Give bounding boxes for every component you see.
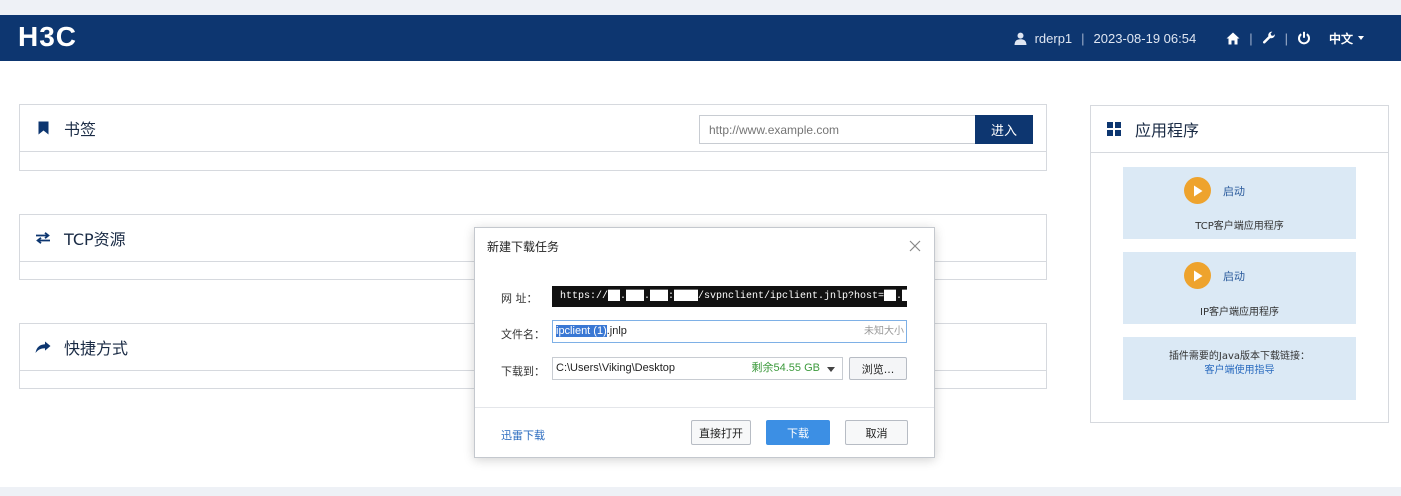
tcp-launch-label: 启动 (1223, 184, 1245, 198)
close-icon[interactable] (908, 238, 922, 252)
free-space: 剩余54.55 GB (751, 362, 820, 374)
bottom-strip (0, 487, 1401, 496)
header-right: rderp1 | 2023-08-19 06:54 | | 中文 (1014, 15, 1364, 61)
shortcuts-title: 快捷方式 (64, 339, 129, 358)
filename-input[interactable]: ipclient (1).jnlp 未知大小 (552, 320, 907, 343)
bookmarks-header: 书签 进入 (20, 105, 1046, 152)
wrench-icon[interactable] (1262, 31, 1276, 45)
top-header: H3C rderp1 | 2023-08-19 06:54 | | 中文 (0, 15, 1401, 61)
dialog-title: 新建下载任务 (487, 240, 560, 254)
new-download-dialog: 新建下载任务 网 址： https://██.███.███:████/svpn… (474, 227, 935, 458)
open-directly-button[interactable]: 直接打开 (691, 420, 751, 445)
top-strip (0, 0, 1401, 15)
applications-header: 应用程序 (1091, 106, 1388, 153)
language-selector[interactable]: 中文 (1329, 30, 1364, 47)
save-path-value: C:\Users\Viking\Desktop (556, 362, 676, 374)
saveto-label: 下载到： (501, 365, 545, 378)
bookmark-url-input[interactable] (699, 115, 976, 144)
tcp-resources-title: TCP资源 (64, 230, 126, 249)
browse-button[interactable]: 浏览... (849, 357, 907, 380)
cancel-button[interactable]: 取消 (845, 420, 908, 445)
tcp-client-app-card: 启动 TCP客户端应用程序 (1123, 167, 1356, 239)
grid-icon (1106, 121, 1122, 137)
username[interactable]: rderp1 (1035, 31, 1073, 46)
dialog-divider (475, 407, 934, 408)
java-plugin-card: 插件需要的Java版本下载链接： 客户端使用指导 (1123, 337, 1356, 400)
exchange-arrows-icon (35, 230, 51, 246)
play-icon (1184, 262, 1211, 289)
tcp-launch-button[interactable]: 启动 (1184, 177, 1245, 204)
user-icon (1014, 32, 1027, 45)
download-url-field[interactable]: https://██.███.███:████/svpnclient/ipcli… (552, 286, 907, 307)
ip-launch-label: 启动 (1223, 269, 1245, 283)
chevron-down-icon (1358, 36, 1364, 40)
play-icon (1184, 177, 1211, 204)
save-path-select[interactable]: C:\Users\Viking\Desktop 剩余54.55 GB (552, 357, 843, 380)
home-icon[interactable] (1226, 32, 1240, 45)
bookmarks-panel: 书签 进入 (19, 104, 1047, 171)
applications-title: 应用程序 (1135, 121, 1200, 140)
applications-panel: 应用程序 启动 TCP客户端应用程序 启动 IP客户端应用程序 插件需要的Jav… (1090, 105, 1389, 423)
ip-app-name: IP客户端应用程序 (1200, 307, 1279, 318)
separator: | (1249, 30, 1253, 46)
tcp-app-name: TCP客户端应用程序 (1195, 221, 1284, 232)
filename-label: 文件名： (501, 328, 545, 341)
url-label: 网 址： (501, 292, 538, 305)
file-size: 未知大小 (864, 326, 904, 337)
separator: | (1284, 30, 1288, 46)
client-guide-link[interactable]: 客户端使用指导 (1123, 361, 1356, 376)
go-button[interactable]: 进入 (975, 115, 1033, 144)
separator: | (1081, 30, 1085, 46)
ip-client-app-card: 启动 IP客户端应用程序 (1123, 252, 1356, 324)
bookmark-icon (35, 120, 51, 136)
ip-launch-button[interactable]: 启动 (1184, 262, 1245, 289)
filename-extension: .jnlp (606, 325, 627, 337)
login-timestamp: 2023-08-19 06:54 (1093, 30, 1197, 46)
chevron-down-icon[interactable] (827, 367, 835, 372)
h3c-logo: H3C (18, 21, 78, 52)
share-arrow-icon (35, 339, 51, 355)
thunder-download-link[interactable]: 迅雷下载 (501, 427, 545, 443)
bookmarks-title: 书签 (64, 120, 97, 139)
java-version-hint: 插件需要的Java版本下载链接： (1168, 351, 1311, 362)
power-icon[interactable] (1297, 31, 1311, 45)
download-button[interactable]: 下载 (766, 420, 830, 445)
filename-selected-text: ipclient (1) (556, 325, 607, 337)
language-label: 中文 (1328, 31, 1353, 46)
